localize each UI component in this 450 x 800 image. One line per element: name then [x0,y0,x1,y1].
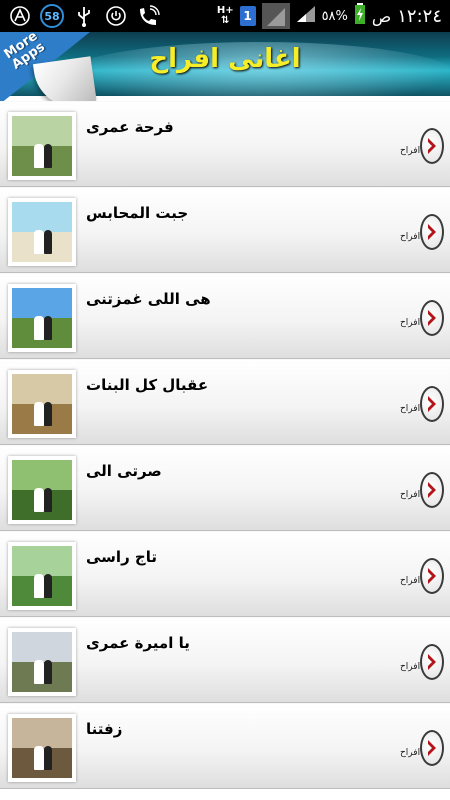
status-bar-right: H+ ⇅ 1 ٥٨% ص ١٢:٢٤ [217,3,442,29]
chevron-right-icon [428,224,436,240]
photo-sky [12,718,72,748]
status-bar: 58 H+ ⇅ 1 ٥٨% ص ١٢:٢٤ [0,0,450,32]
photo-sky [12,546,72,576]
bride-figure [34,574,44,598]
bride-figure [34,488,44,512]
android-icon [8,4,32,28]
play-arrow-button[interactable] [420,128,444,164]
song-title: هى اللى غمزتنى [86,290,211,308]
network-type: H+ ⇅ [216,5,234,26]
groom-figure [44,574,52,598]
wedding-photo [12,288,72,348]
play-arrow-button[interactable] [420,730,444,766]
song-category: افراح [400,404,421,414]
song-thumbnail [8,714,76,782]
chevron-right-icon [428,310,436,326]
groom-figure [44,316,52,340]
bride-figure [34,660,44,684]
call-icon [136,4,160,28]
more-apps-button[interactable]: More Apps [0,29,98,112]
power-icon [104,4,128,28]
wedding-photo [12,460,72,520]
song-title: صرتى الى [86,462,162,480]
song-category: افراح [400,748,421,758]
bride-figure [34,402,44,426]
song-category: افراح [400,146,421,156]
song-title: عقبال كل البنات [86,376,209,394]
list-item[interactable]: صرتى الى افراح [0,445,450,531]
photo-sky [12,202,72,232]
list-item[interactable]: عقبال كل البنات افراح [0,359,450,445]
wedding-photo [12,202,72,262]
bride-figure [34,144,44,168]
play-arrow-button[interactable] [420,644,444,680]
status-bar-left: 58 [8,4,160,28]
badge-count: 58 [44,9,60,23]
chevron-right-icon [428,740,436,756]
photo-sky [12,374,72,404]
song-title: زفتنا [86,720,123,738]
chevron-right-icon [428,568,436,584]
photo-sky [12,288,72,318]
song-thumbnail [8,456,76,524]
song-category: افراح [400,490,421,500]
usb-icon [72,4,96,28]
groom-figure [44,402,52,426]
song-thumbnail [8,112,76,180]
wedding-photo [12,374,72,434]
bride-figure [34,316,44,340]
bride-figure [34,746,44,770]
time-ampm: ص [371,6,392,26]
battery-level: ٥٨% [321,8,348,24]
song-thumbnail [8,542,76,610]
wedding-photo [12,116,72,176]
song-title: فرحة عمرى [86,118,174,136]
song-thumbnail [8,628,76,696]
wedding-photo [12,546,72,606]
chevron-right-icon [428,138,436,154]
song-category: افراح [400,232,421,242]
list-item[interactable]: تاج راسى افراح [0,531,450,617]
bride-figure [34,230,44,254]
list-item[interactable]: يا اميرة عمرى افراح [0,617,450,703]
list-item[interactable]: جبت المحابس افراح [0,187,450,273]
signal-icon-secondary [296,5,316,27]
photo-sky [12,632,72,662]
play-arrow-button[interactable] [420,300,444,336]
play-arrow-button[interactable] [420,558,444,594]
wedding-photo [12,632,72,692]
list-item[interactable]: فرحة عمرى افراح [0,101,450,187]
song-category: افراح [400,662,421,672]
song-category: افراح [400,576,421,586]
badge-icon: 58 [40,4,64,28]
groom-figure [44,144,52,168]
play-arrow-button[interactable] [420,386,444,422]
song-title: يا اميرة عمرى [86,634,190,652]
photo-sky [12,116,72,146]
chevron-right-icon [428,482,436,498]
battery-icon [354,3,366,29]
song-thumbnail [8,198,76,266]
clock: ١٢:٢٤ [397,5,442,27]
groom-figure [44,746,52,770]
song-thumbnail [8,370,76,438]
song-title: جبت المحابس [86,204,189,222]
groom-figure [44,488,52,512]
groom-figure [44,230,52,254]
song-list: فرحة عمرى افراح جبت المحابس افراح هى اللى غم… [0,101,450,789]
signal-icon [261,3,290,29]
chevron-right-icon [428,654,436,670]
song-title: تاج راسى [86,548,158,566]
photo-sky [12,460,72,490]
list-item[interactable]: زفتنا افراح [0,703,450,789]
groom-figure [44,660,52,684]
song-thumbnail [8,284,76,352]
play-arrow-button[interactable] [420,214,444,250]
sim-icon: 1 [239,6,256,26]
wedding-photo [12,718,72,778]
play-arrow-button[interactable] [420,472,444,508]
chevron-right-icon [428,396,436,412]
song-category: افراح [400,318,421,328]
list-item[interactable]: هى اللى غمزتنى افراح [0,273,450,359]
